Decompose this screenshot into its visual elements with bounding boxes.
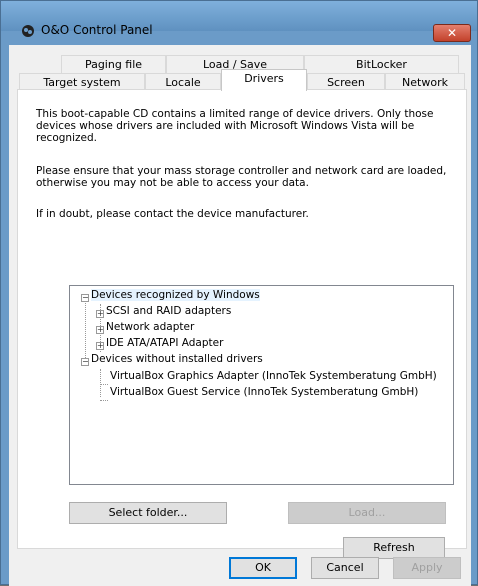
tab-paging-file[interactable]: Paging file — [61, 55, 166, 73]
app-icon — [22, 25, 34, 37]
expand-icon[interactable]: + — [96, 326, 104, 334]
apply-button[interactable]: Apply — [393, 557, 461, 579]
expand-icon[interactable]: + — [96, 342, 104, 350]
tree-node-network-adapter[interactable]: Network adapter — [106, 320, 194, 334]
tree-node-ide-ata[interactable]: IDE ATA/ATAPI Adapter — [106, 336, 223, 350]
collapse-icon[interactable]: − — [81, 294, 89, 302]
select-folder-button[interactable]: Select folder... — [69, 502, 227, 524]
info-paragraph-2: Please ensure that your mass storage con… — [36, 165, 447, 189]
tree-line — [100, 384, 108, 385]
info-paragraph-1: This boot-capable CD contains a limited … — [36, 108, 434, 144]
info-paragraph-3: If in doubt, please contact the device m… — [36, 208, 309, 220]
close-icon: ✕ — [446, 26, 458, 40]
dialog-client-area: Paging file Load / Save BitLocker Target… — [9, 45, 471, 586]
tree-node-vbox-graphics[interactable]: VirtualBox Graphics Adapter (InnoTek Sys… — [110, 369, 437, 383]
collapse-icon[interactable]: − — [81, 358, 89, 366]
tab-drivers[interactable]: Drivers — [221, 69, 307, 91]
close-button[interactable]: ✕ — [433, 24, 471, 42]
load-button[interactable]: Load... — [288, 502, 446, 524]
tree-node-recognized-devices[interactable]: Devices recognized by Windows — [91, 288, 260, 302]
device-tree[interactable]: − Devices recognized by Windows + SCSI a… — [69, 285, 454, 485]
tree-line — [100, 400, 108, 401]
tab-bitlocker[interactable]: BitLocker — [304, 55, 459, 73]
expand-icon[interactable]: + — [96, 310, 104, 318]
window-title: O&O Control Panel — [41, 23, 153, 37]
tree-line — [100, 369, 101, 397]
tree-node-vbox-guest[interactable]: VirtualBox Guest Service (InnoTek System… — [110, 385, 418, 399]
tree-node-scsi-raid[interactable]: SCSI and RAID adapters — [106, 304, 231, 318]
cancel-button[interactable]: Cancel — [311, 557, 379, 579]
drivers-tab-panel: This boot-capable CD contains a limited … — [17, 89, 467, 559]
control-panel-window: O&O Control Panel ✕ Paging file Load / S… — [0, 0, 478, 586]
ok-button[interactable]: OK — [229, 557, 297, 579]
refresh-button[interactable]: Refresh — [343, 537, 445, 559]
tree-line — [85, 298, 86, 366]
tree-node-uninstalled-devices[interactable]: Devices without installed drivers — [91, 352, 263, 366]
